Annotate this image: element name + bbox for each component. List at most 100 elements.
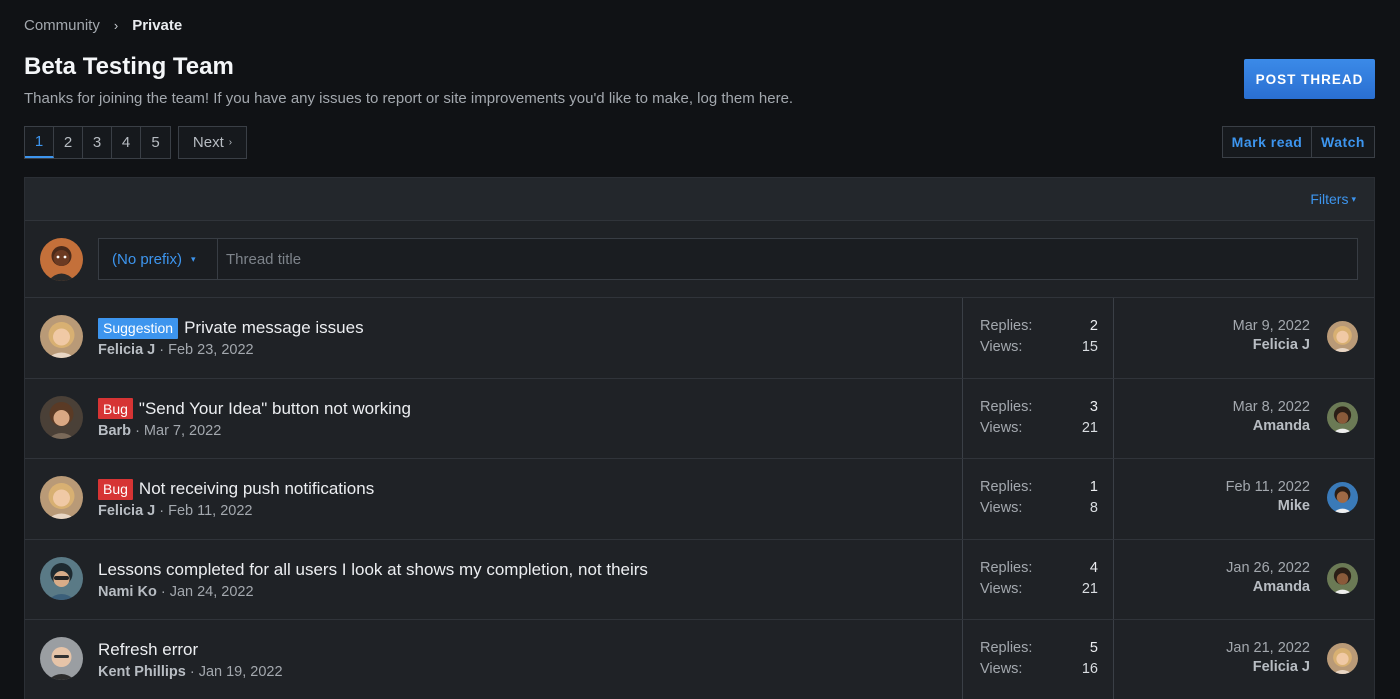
last-poster[interactable]: Amanda xyxy=(1226,579,1310,595)
replies-count: 3 xyxy=(1089,398,1098,415)
last-post-date[interactable]: Jan 26, 2022 xyxy=(1226,560,1310,576)
thread-main: Suggestion Private message issues Felici… xyxy=(98,317,364,358)
views-label: Views: xyxy=(980,661,1023,677)
replies-label: Replies: xyxy=(980,318,1033,334)
avatar[interactable] xyxy=(1327,321,1358,352)
last-poster[interactable]: Felicia J xyxy=(1233,337,1310,353)
thread-author[interactable]: Felicia J xyxy=(98,503,155,519)
breadcrumb-separator: › xyxy=(113,18,119,33)
thread-main: Bug "Send Your Idea" button not working … xyxy=(98,398,411,439)
page-1-link[interactable]: 1 xyxy=(25,127,54,158)
thread-title[interactable]: Refresh error xyxy=(98,640,198,660)
thread-row[interactable]: Lessons completed for all users I look a… xyxy=(25,539,1374,620)
replies-count: 5 xyxy=(1089,640,1098,656)
breadcrumb-private[interactable]: Private xyxy=(132,17,182,34)
avatar[interactable] xyxy=(40,637,83,680)
page-numbers: 1 2 3 4 5 xyxy=(24,126,171,159)
thread-title-input-group: (No prefix) ▾ Thread title xyxy=(98,238,1358,280)
prefix-value: (No prefix) xyxy=(112,250,183,268)
thread-title[interactable]: Private message issues xyxy=(184,318,364,338)
avatar[interactable] xyxy=(40,238,83,281)
avatar[interactable] xyxy=(1327,562,1358,594)
avatar[interactable] xyxy=(40,315,83,358)
next-page-button[interactable]: Next › xyxy=(178,126,247,159)
replies-label: Replies: xyxy=(980,640,1033,656)
thread-row[interactable]: Bug "Send Your Idea" button not working … xyxy=(25,378,1374,459)
thread-author[interactable]: Felicia J xyxy=(98,342,155,358)
thread-row[interactable]: Bug Not receiving push notifications Fel… xyxy=(25,459,1374,540)
views-count: 8 xyxy=(1089,500,1098,516)
mark-read-button[interactable]: Mark read xyxy=(1223,127,1312,157)
page-5-link[interactable]: 5 xyxy=(141,127,170,158)
avatar[interactable] xyxy=(40,476,83,519)
page-description: Thanks for joining the team! If you have… xyxy=(24,90,794,107)
thread-start-date: · Feb 23, 2022 xyxy=(155,342,254,358)
page-title: Beta Testing Team xyxy=(24,53,234,80)
thread-stats: Replies: 1 Views: 8 xyxy=(962,459,1114,539)
views-label: Views: xyxy=(980,500,1023,516)
replies-count: 4 xyxy=(1089,559,1098,576)
thread-author[interactable]: Kent Phillips xyxy=(98,664,186,680)
next-label: Next xyxy=(192,134,224,151)
thread-author[interactable]: Barb xyxy=(98,423,131,439)
views-label: Views: xyxy=(980,339,1023,355)
last-post-date[interactable]: Mar 8, 2022 xyxy=(1233,399,1310,415)
thread-stats: Replies: 4 Views: 21 xyxy=(962,539,1114,619)
watch-button[interactable]: Watch xyxy=(1312,127,1374,157)
thread-latest: Jan 26, 2022 Amanda xyxy=(1226,560,1310,595)
last-post-date[interactable]: Jan 21, 2022 xyxy=(1226,640,1310,656)
avatar[interactable] xyxy=(1327,643,1358,674)
thread-title[interactable]: Lessons completed for all users I look a… xyxy=(98,560,648,580)
replies-label: Replies: xyxy=(980,398,1033,415)
thread-prefix-label[interactable]: Suggestion xyxy=(98,317,179,339)
pagination: 1 2 3 4 5 Next › xyxy=(24,126,247,159)
avatar[interactable] xyxy=(40,556,83,600)
thread-start-date: · Jan 19, 2022 xyxy=(185,664,283,680)
thread-main: Bug Not receiving push notifications Fel… xyxy=(98,478,374,519)
thread-title[interactable]: Not receiving push notifications xyxy=(139,479,374,499)
last-poster[interactable]: Amanda xyxy=(1233,418,1310,434)
views-label: Views: xyxy=(980,419,1023,436)
thread-main: Lessons completed for all users I look a… xyxy=(98,559,648,600)
caret-down-icon: ▾ xyxy=(1351,194,1356,204)
filters-label: Filters xyxy=(1310,191,1349,207)
replies-count: 1 xyxy=(1089,479,1098,495)
last-poster[interactable]: Mike xyxy=(1226,498,1310,514)
page-3-link[interactable]: 3 xyxy=(83,127,112,158)
thread-title[interactable]: "Send Your Idea" button not working xyxy=(139,399,411,419)
thread-start-date: · Jan 24, 2022 xyxy=(156,583,254,600)
thread-stats: Replies: 5 Views: 16 xyxy=(962,620,1114,699)
last-poster[interactable]: Felicia J xyxy=(1226,659,1310,675)
thread-stats: Replies: 2 Views: 15 xyxy=(962,298,1114,378)
prefix-select[interactable]: (No prefix) ▾ xyxy=(99,239,218,279)
views-label: Views: xyxy=(980,580,1023,597)
post-thread-button[interactable]: POST THREAD xyxy=(1244,59,1375,99)
breadcrumb-community[interactable]: Community xyxy=(24,17,100,34)
thread-latest: Jan 21, 2022 Felicia J xyxy=(1226,640,1310,675)
replies-label: Replies: xyxy=(980,559,1033,576)
thread-row[interactable]: Refresh error Kent Phillips · Jan 19, 20… xyxy=(25,620,1374,699)
thread-main: Refresh error Kent Phillips · Jan 19, 20… xyxy=(98,639,283,680)
caret-down-icon: ▾ xyxy=(191,253,196,264)
thread-title-input[interactable]: Thread title xyxy=(218,251,301,268)
views-count: 16 xyxy=(1081,661,1098,677)
filter-bar: Filters ▾ xyxy=(25,178,1374,221)
last-post-date[interactable]: Feb 11, 2022 xyxy=(1226,479,1310,495)
thread-author[interactable]: Nami Ko xyxy=(98,584,157,600)
last-post-date[interactable]: Mar 9, 2022 xyxy=(1233,318,1310,334)
thread-prefix-label[interactable]: Bug xyxy=(98,478,133,500)
page-2-link[interactable]: 2 xyxy=(54,127,83,158)
thread-start-date: · Feb 11, 2022 xyxy=(155,503,253,519)
thread-row[interactable]: Suggestion Private message issues Felici… xyxy=(25,298,1374,379)
breadcrumb: Community › Private xyxy=(24,17,182,34)
avatar[interactable] xyxy=(1327,482,1358,513)
avatar[interactable] xyxy=(40,395,83,439)
page-4-link[interactable]: 4 xyxy=(112,127,141,158)
filters-menu[interactable]: Filters ▾ xyxy=(1310,191,1356,207)
thread-latest: Feb 11, 2022 Mike xyxy=(1226,479,1310,514)
thread-prefix-label[interactable]: Bug xyxy=(98,398,133,419)
views-count: 21 xyxy=(1081,580,1098,597)
avatar[interactable] xyxy=(1327,401,1358,433)
thread-stats: Replies: 3 Views: 21 xyxy=(962,378,1114,458)
thread-start-date: · Mar 7, 2022 xyxy=(131,422,222,439)
